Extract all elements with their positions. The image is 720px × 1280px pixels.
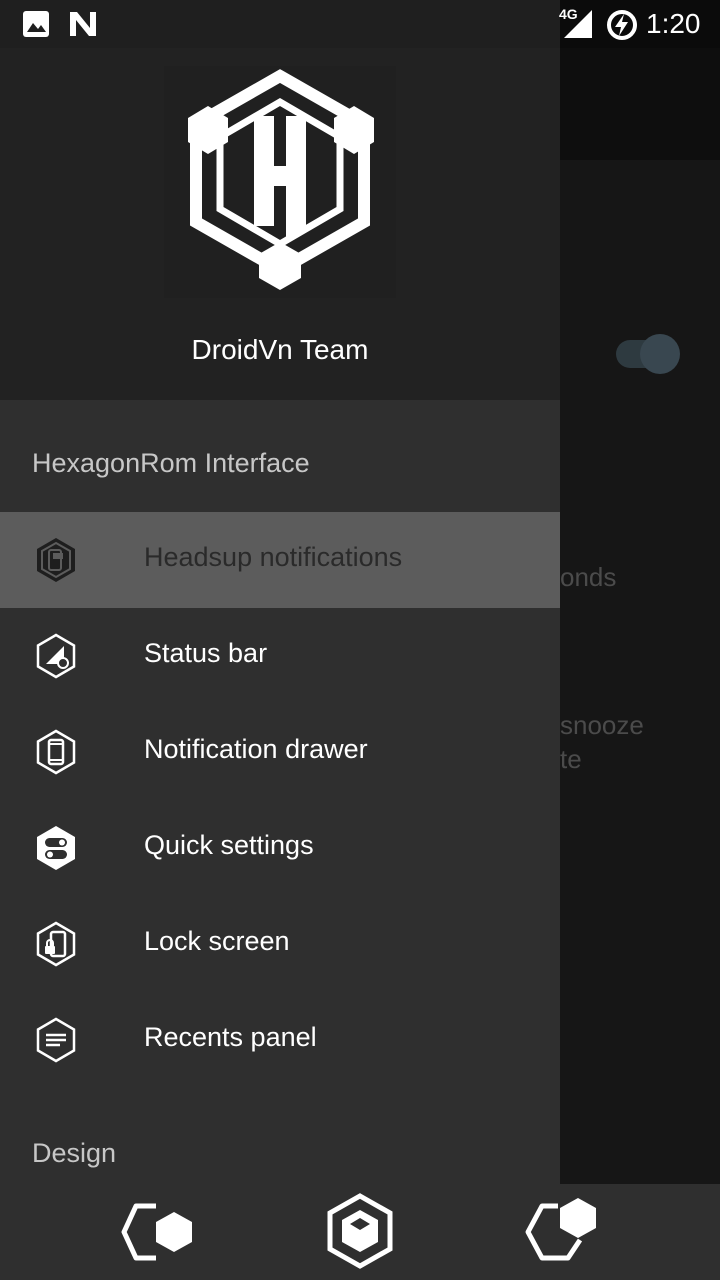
lock-hex-icon (36, 921, 76, 967)
menu-item-label: Quick settings (144, 830, 314, 860)
menu-item-lock-screen[interactable]: Lock screen (0, 896, 560, 992)
menu-item-headsup-notifications[interactable]: Headsup notifications (0, 512, 560, 608)
navigation-bar (0, 1184, 720, 1280)
background-text: snooze (560, 710, 644, 740)
menu-item-status-bar[interactable]: Status bar (0, 608, 560, 704)
menu-item-quick-settings[interactable]: Quick settings (0, 800, 560, 896)
signal-icon (564, 10, 592, 38)
back-button[interactable] (120, 1192, 200, 1272)
menu-item-recents-panel[interactable]: Recents panel (0, 992, 560, 1088)
team-name: DroidVn Team (191, 334, 369, 365)
menu-item-label: Status bar (144, 638, 268, 668)
n-icon (70, 12, 96, 36)
menu-item-label: Headsup notifications (144, 542, 403, 572)
hexagonrom-logo (164, 66, 396, 298)
recent-apps-button[interactable] (522, 1192, 602, 1272)
background-text: te (560, 744, 582, 774)
home-button[interactable] (320, 1192, 400, 1272)
headsup-hex-icon (37, 538, 75, 582)
clock: 1:20 (646, 8, 701, 39)
section-header-interface: HexagonRom Interface (32, 448, 310, 478)
background-text: onds (560, 562, 617, 592)
background-toggle-switch (616, 334, 680, 374)
status-bar: 4G 1:20 (0, 0, 720, 48)
menu-item-label: Lock screen (144, 926, 290, 956)
toggles-hex-icon (37, 826, 75, 870)
menu-item-notification-drawer[interactable]: Notification drawer (0, 704, 560, 800)
menu-item-label: Recents panel (144, 1022, 317, 1052)
statusbar-hex-icon (36, 633, 76, 679)
gallery-icon (23, 11, 49, 37)
navigation-drawer: DroidVn Team HexagonRom Interface Headsu… (0, 48, 560, 1280)
recents-hex-icon (36, 1017, 76, 1063)
menu-item-label: Notification drawer (144, 734, 368, 764)
drawer-header: DroidVn Team (0, 48, 560, 400)
phone-hex-icon (36, 729, 76, 775)
section-header-design: Design (32, 1138, 117, 1168)
battery-charging-icon (607, 10, 637, 40)
